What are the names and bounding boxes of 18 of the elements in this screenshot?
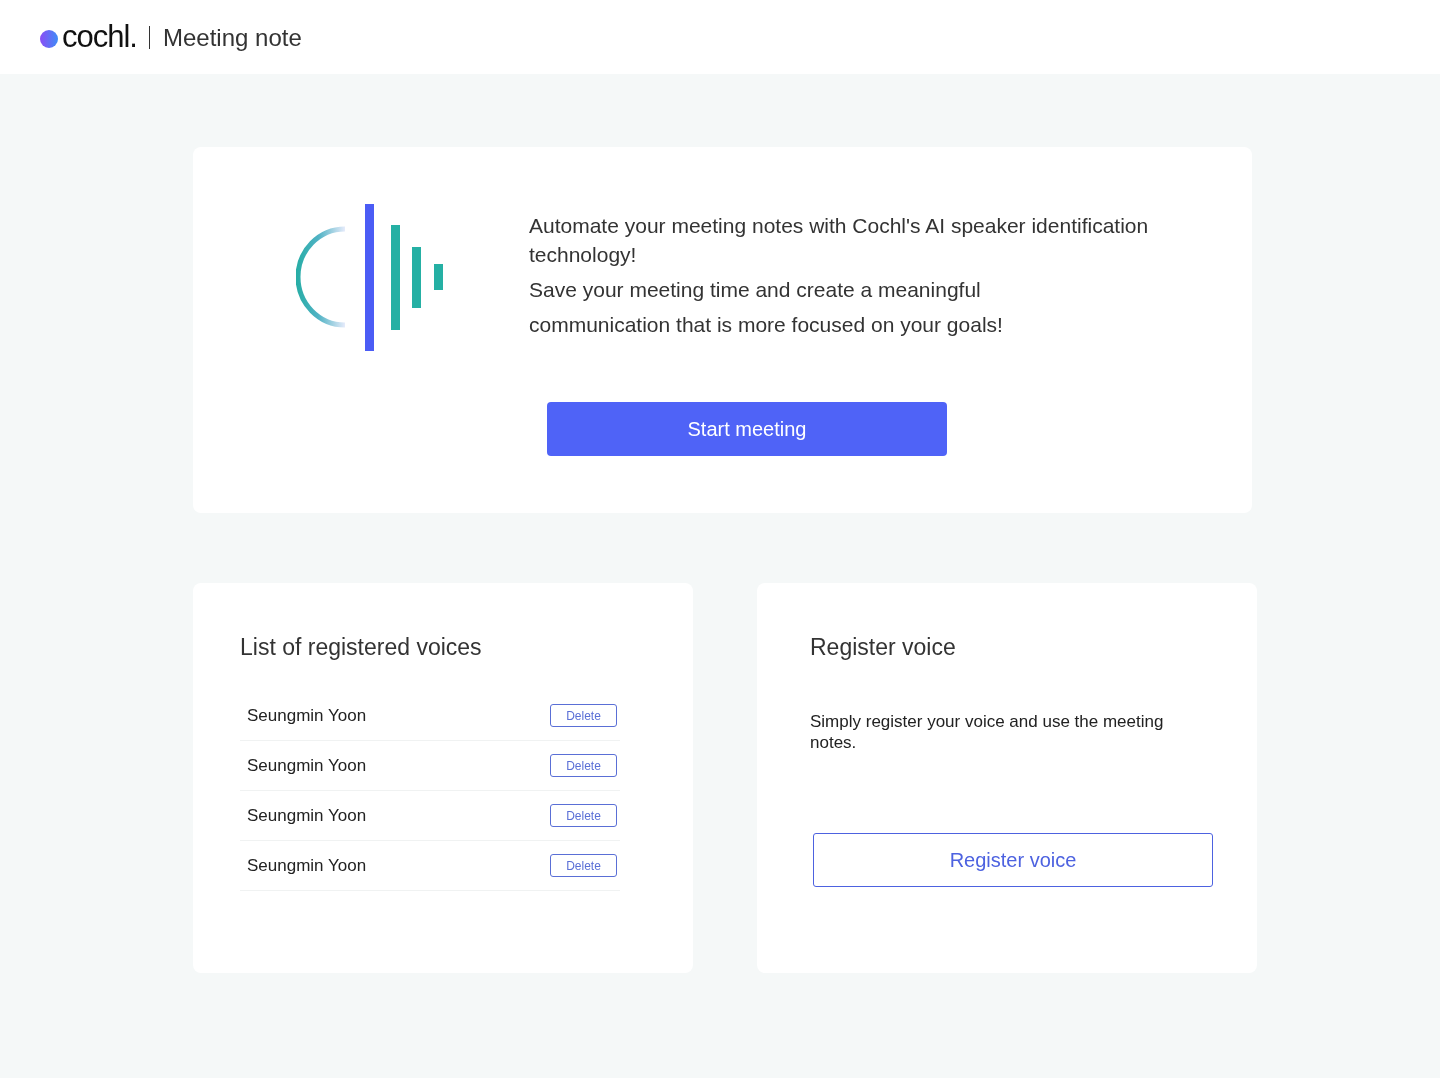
app-title: Meeting note	[163, 23, 302, 53]
card-title: Register voice	[810, 633, 956, 661]
voice-name: Seungmin Yoon	[247, 755, 367, 776]
voice-name: Seungmin Yoon	[247, 705, 367, 726]
intro-text: Automate your meeting notes with Cochl's AI speaker identification technology!	[529, 213, 1150, 268]
card-title: List of registered voices	[240, 633, 482, 661]
delete-button[interactable]: Delete	[550, 854, 617, 877]
register-description: Simply register your voice and use the meeting notes.	[810, 711, 1165, 753]
delete-button[interactable]: Delete	[550, 754, 617, 777]
intro-text: Save your meeting time and create a meaningful communication that is more focused on your goals!	[529, 277, 1004, 338]
start-meeting-button[interactable]: Start meeting	[547, 402, 947, 456]
register-voice-button[interactable]: Register voice	[813, 833, 1213, 887]
voice-name: Seungmin Yoon	[247, 805, 367, 826]
delete-button[interactable]: Delete	[550, 704, 617, 727]
delete-button[interactable]: Delete	[550, 804, 617, 827]
voice-name: Seungmin Yoon	[247, 855, 367, 876]
logo-dot-icon	[40, 29, 58, 48]
logo-wordmark: cochl.	[62, 19, 137, 55]
